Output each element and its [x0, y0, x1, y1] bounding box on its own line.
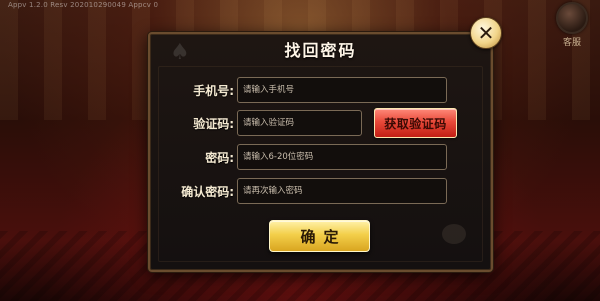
password-label: 密码: — [205, 151, 234, 165]
code-label: 验证码: — [193, 117, 234, 131]
customer-service-label: 客服 — [562, 38, 581, 48]
phone-input[interactable] — [237, 77, 447, 103]
customer-service-button[interactable]: 客服 — [554, 2, 590, 48]
code-input[interactable] — [237, 110, 362, 136]
phone-label: 手机号: — [193, 84, 234, 98]
version-text: Appv 1.2.0 Resv 2020102900​49 Appcv 0 — [8, 1, 159, 9]
get-code-button[interactable]: 获取验证码 — [374, 108, 457, 138]
reset-password-dialog: ♠ 找回密码 手机号: 验证码: 获取验证码 密码: 确认密码: 确定 — [148, 32, 493, 272]
close-button[interactable]: ✕ — [470, 17, 502, 49]
confirm-button[interactable]: 确定 — [269, 220, 370, 252]
phone-row: 手机号: — [150, 77, 491, 105]
dialog-title-bar: 找回密码 — [150, 34, 491, 64]
dialog-title: 找回密码 — [284, 41, 357, 60]
chip-decoration-icon — [442, 224, 466, 244]
confirm-password-input[interactable] — [237, 178, 447, 204]
confirm-password-label: 确认密码: — [181, 185, 234, 199]
password-input[interactable] — [237, 144, 447, 170]
customer-service-icon — [556, 2, 588, 34]
password-row: 密码: — [150, 144, 491, 172]
close-icon: ✕ — [477, 21, 495, 45]
confirm-password-row: 确认密码: — [150, 178, 491, 206]
